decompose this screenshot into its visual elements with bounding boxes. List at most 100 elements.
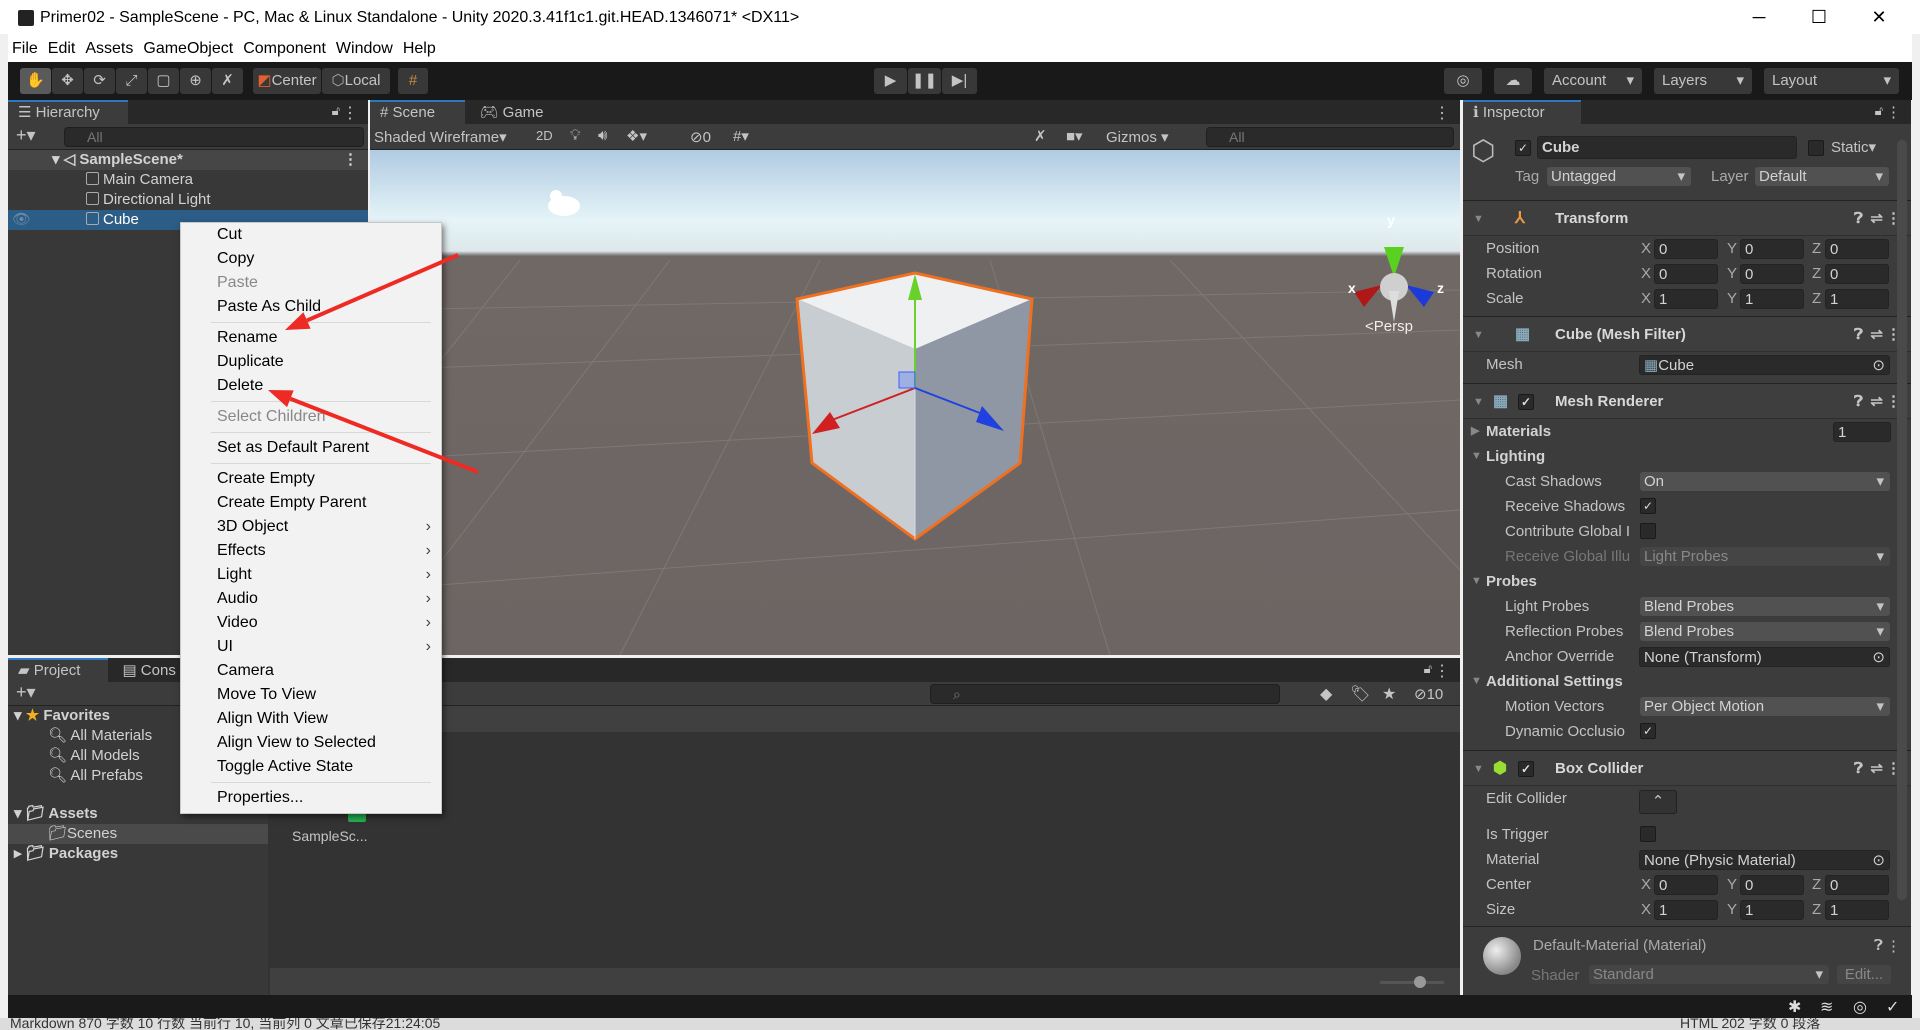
cloud-icon[interactable]: ☁ (1494, 68, 1532, 94)
rotation-z-field[interactable]: 0 (1825, 264, 1889, 284)
anchor-override-object-field[interactable]: None (Transform) ⊙ (1639, 647, 1890, 667)
scale-y-field[interactable]: 1 (1740, 289, 1804, 309)
scene-more-icon[interactable]: ⋮ (343, 150, 358, 170)
menu-item-properties[interactable]: Properties... (181, 786, 441, 810)
layout-dropdown[interactable]: Layout ▾ (1764, 68, 1899, 94)
scenes-folder[interactable]: 📁︎Scenes (8, 824, 268, 844)
menu-item-audio[interactable]: Audio › (181, 587, 441, 611)
menu-item-create-empty-parent[interactable]: Create Empty Parent (181, 491, 441, 515)
project-search-input[interactable]: ⌕ (930, 684, 1280, 704)
camera-icon[interactable]: ■▾ (1066, 127, 1083, 145)
audio-toggle-icon[interactable]: 🔊︎ (598, 127, 607, 144)
help-icon[interactable]: ❓︎ (1854, 384, 1863, 420)
grid-icon[interactable]: #▾ (733, 127, 749, 145)
is-trigger-checkbox[interactable] (1640, 826, 1656, 842)
add-object-icon[interactable]: +▾ (16, 125, 36, 146)
additional-settings-foldout[interactable]: ▼ Additional Settings (1463, 669, 1911, 694)
rotation-y-field[interactable]: 0 (1740, 264, 1804, 284)
view-axis-x[interactable] (1354, 285, 1382, 307)
icon-size-slider-thumb[interactable] (1414, 976, 1426, 988)
account-dropdown[interactable]: Account ▾ (1544, 68, 1642, 94)
rotation-x-field[interactable]: 0 (1654, 264, 1718, 284)
gameobject-cube-icon[interactable]: ⬡ (1471, 134, 1495, 167)
favorite-star-icon[interactable]: ★ (1382, 684, 1396, 704)
lock-icon[interactable]: 🔓︎ (1424, 661, 1432, 677)
menu-item-duplicate[interactable]: Duplicate (181, 350, 441, 374)
object-picker-icon[interactable]: ⊙ (1872, 648, 1885, 668)
pivot-local-button[interactable]: ⬡Local (322, 68, 390, 94)
component-menu-icon[interactable]: ⋮ (1886, 937, 1901, 955)
tab-inspector[interactable]: ℹ Inspector (1463, 100, 1581, 124)
more-menu-icon[interactable]: ⋮ (1434, 103, 1450, 123)
gizmo-plane-handle[interactable] (898, 371, 916, 389)
active-checkbox[interactable]: ✓ (1515, 140, 1531, 156)
scene-asset-label[interactable]: SampleSc... (292, 828, 367, 844)
tab-game[interactable]: 🎮︎ Game (469, 101, 553, 125)
mesh-filter-header[interactable]: ▼ ▦ Cube (Mesh Filter) ❓︎ ⇌ ⋮ (1463, 316, 1911, 352)
more-menu-icon[interactable]: ⋮ (342, 103, 358, 123)
help-icon[interactable]: ❓︎ (1854, 317, 1863, 353)
hidden-packages-icon[interactable]: ⊘10 (1414, 685, 1443, 703)
view-axis-y[interactable] (1384, 247, 1404, 277)
menu-assets[interactable]: Assets (81, 34, 139, 58)
motion-vectors-dropdown[interactable]: Per Object Motion (1640, 697, 1890, 716)
lock-icon[interactable]: 🔓︎ (332, 103, 340, 119)
lock-icon[interactable]: 🔓︎ (1875, 103, 1883, 119)
maximize-button[interactable]: ☐ (1796, 4, 1842, 30)
orientation-gizmo[interactable] (1354, 247, 1434, 322)
rect-tool-icon[interactable]: ▢ (148, 68, 179, 94)
foldout-arrow-icon[interactable]: ▼ (1473, 201, 1484, 237)
menu-item-align-with-view[interactable]: Align With View (181, 707, 441, 731)
menu-item-set-as-default-parent[interactable]: Set as Default Parent (181, 436, 441, 460)
snap-grid-icon[interactable]: # (398, 68, 428, 94)
view-axis-z[interactable] (1406, 285, 1434, 307)
enabled-checkbox[interactable]: ✓ (1518, 761, 1534, 777)
enabled-checkbox[interactable]: ✓ (1518, 394, 1534, 410)
contribute-gi-checkbox[interactable] (1640, 523, 1656, 539)
play-button[interactable]: ▶ (874, 68, 907, 94)
object-picker-icon[interactable]: ⊙ (1872, 356, 1885, 376)
layers-dropdown[interactable]: Layers ▾ (1654, 68, 1752, 94)
static-checkbox[interactable] (1808, 140, 1824, 156)
shader-dropdown[interactable]: Standard (1589, 965, 1829, 984)
transform-tool-icon[interactable]: ⊕ (180, 68, 211, 94)
size-z-field[interactable]: 1 (1825, 900, 1889, 920)
collab-icon[interactable]: ◎ (1444, 68, 1482, 94)
mesh-renderer-header[interactable]: ▼ ▦ ✓ Mesh Renderer ❓︎ ⇌ ⋮ (1463, 383, 1911, 419)
light-probes-dropdown[interactable]: Blend Probes (1640, 597, 1890, 616)
tag-dropdown[interactable]: Untagged (1547, 167, 1691, 186)
hierarchy-item-directional-light[interactable]: Directional Light (8, 190, 368, 210)
scale-x-field[interactable]: 1 (1654, 289, 1718, 309)
move-tool-icon[interactable]: ✥ (52, 68, 83, 94)
menu-item-paste-as-child[interactable]: Paste As Child (181, 295, 441, 319)
static-dropdown[interactable]: Static▾ (1831, 138, 1876, 156)
presets-icon[interactable]: ⇌ (1870, 751, 1883, 787)
menu-gameobject[interactable]: GameObject (139, 34, 239, 58)
cast-shadows-dropdown[interactable]: On (1640, 472, 1890, 491)
minimize-button[interactable]: ─ (1736, 4, 1782, 30)
layer-dropdown[interactable]: Default (1755, 167, 1889, 186)
search-by-label-icon[interactable]: 🏷︎ (1350, 684, 1370, 704)
help-icon[interactable]: ❓︎ (1854, 751, 1863, 787)
center-z-field[interactable]: 0 (1825, 875, 1889, 895)
lighting-toggle-icon[interactable]: 💡︎ (570, 127, 581, 144)
menu-item-light[interactable]: Light › (181, 563, 441, 587)
position-x-field[interactable]: 0 (1654, 239, 1718, 259)
scale-z-field[interactable]: 1 (1825, 289, 1889, 309)
foldout-arrow-icon[interactable]: ▼ (1473, 384, 1484, 420)
scene-viewport[interactable]: y x z <Persp (370, 150, 1460, 655)
foldout-arrow-icon[interactable]: ▼ (1473, 317, 1484, 353)
edit-collider-button[interactable]: ⌃ (1639, 790, 1677, 814)
progress-check-icon[interactable]: ✓ (1886, 997, 1899, 1017)
tools-icon[interactable]: ✗ (1034, 127, 1047, 145)
probes-foldout[interactable]: ▼ Probes (1463, 569, 1911, 594)
scene-search-input[interactable]: All (1206, 127, 1454, 147)
tab-project[interactable]: ▰ Project (8, 658, 108, 682)
reflection-probes-dropdown[interactable]: Blend Probes (1640, 622, 1890, 641)
menu-item-ui[interactable]: UI › (181, 635, 441, 659)
menu-item-effects[interactable]: Effects › (181, 539, 441, 563)
menu-item-move-to-view[interactable]: Move To View (181, 683, 441, 707)
menu-item-toggle-active-state[interactable]: Toggle Active State (181, 755, 441, 779)
inspector-scrollbar[interactable] (1897, 140, 1907, 900)
menu-window[interactable]: Window (332, 34, 399, 58)
